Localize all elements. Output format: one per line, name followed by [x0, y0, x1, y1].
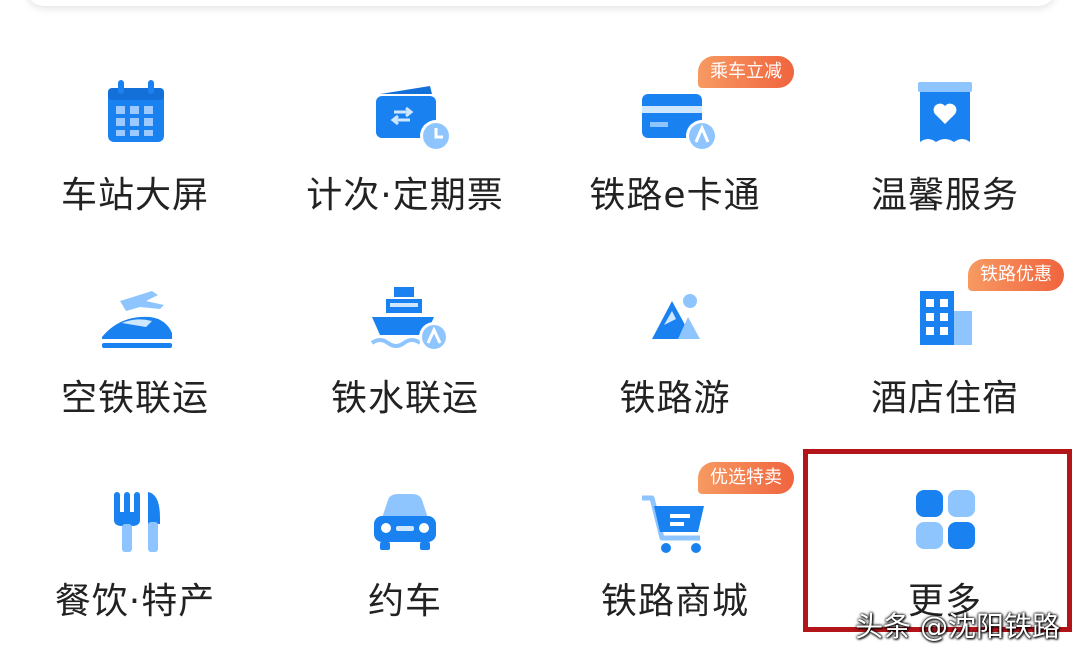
tile-label: 餐饮·特产 [54, 581, 216, 622]
fork-knife-icon [80, 464, 190, 574]
tile-car-booking[interactable]: 约车 [270, 446, 540, 649]
tile-label: 铁水联运 [330, 378, 479, 419]
tile-label: 空铁联运 [60, 378, 209, 419]
mountain-icon [620, 261, 730, 371]
ticket-clock-icon [350, 58, 460, 168]
tile-label: 酒店住宿 [870, 378, 1019, 419]
car-icon [350, 464, 460, 574]
tile-dining[interactable]: 餐饮·特产 [0, 446, 270, 649]
tile-label: 铁路e卡通 [589, 175, 761, 216]
tile-warm-service[interactable]: 温馨服务 [810, 40, 1080, 243]
card-icon [620, 58, 730, 168]
tile-period-ticket[interactable]: 计次·定期票 [270, 40, 540, 243]
tile-e-card[interactable]: 乘车立减 铁路e卡通 [540, 40, 810, 243]
tile-label: 约车 [367, 581, 442, 622]
tile-hotel[interactable]: 铁路优惠 酒店住宿 [810, 243, 1080, 446]
watermark: 头条 @沈阳铁路 [855, 610, 1060, 643]
plane-train-icon [80, 261, 190, 371]
tile-label: 计次·定期票 [306, 175, 504, 216]
tile-label: 车站大屏 [60, 175, 209, 216]
tile-rail-water[interactable]: 铁水联运 [270, 243, 540, 446]
calendar-icon [80, 58, 190, 168]
hotel-icon [890, 261, 1000, 371]
top-card [26, 0, 1056, 6]
tile-label: 铁路游 [619, 378, 731, 419]
tile-rail-tour[interactable]: 铁路游 [540, 243, 810, 446]
heart-box-icon [890, 58, 1000, 168]
tile-label: 温馨服务 [870, 175, 1019, 216]
tile-air-rail[interactable]: 空铁联运 [0, 243, 270, 446]
cart-icon [620, 464, 730, 574]
tile-label: 铁路商城 [600, 581, 749, 622]
ship-icon [350, 261, 460, 371]
tile-rail-mall[interactable]: 优选特卖 铁路商城 [540, 446, 810, 649]
tile-station-screen[interactable]: 车站大屏 [0, 40, 270, 243]
